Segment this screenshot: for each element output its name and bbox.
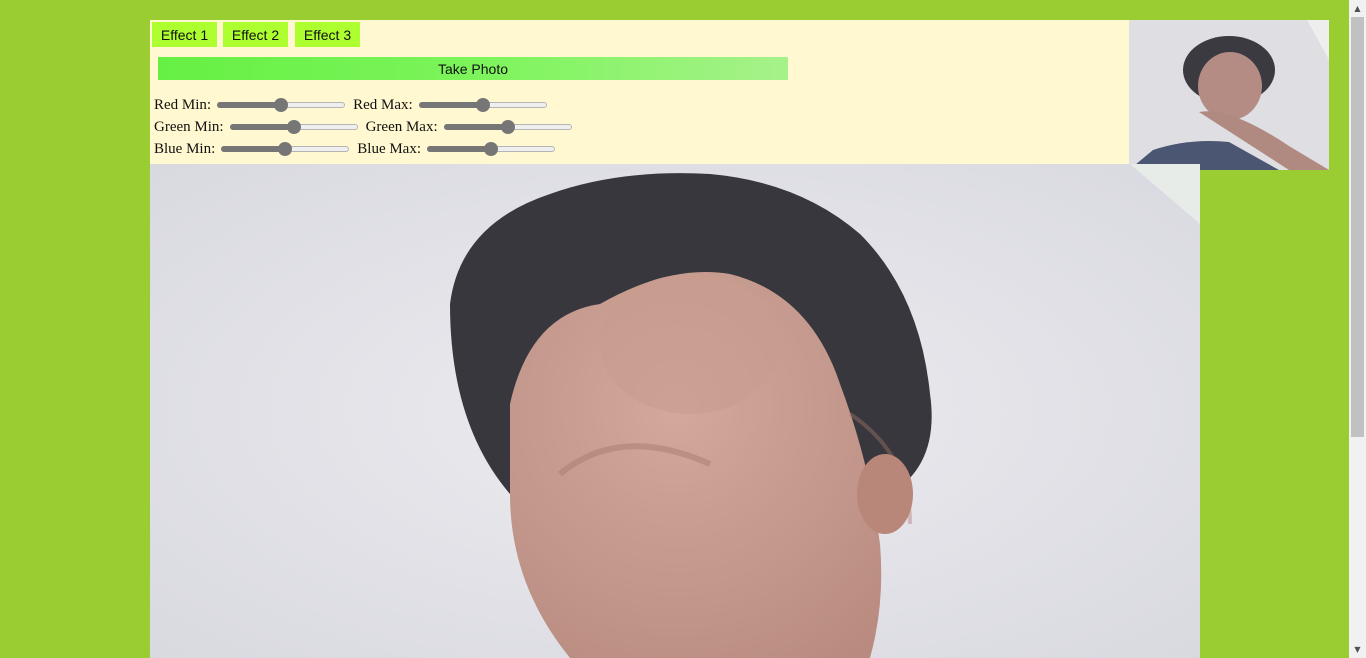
photo-thumbnail-image xyxy=(1129,20,1329,170)
slider-thumb[interactable] xyxy=(274,98,289,112)
blue-min-label: Blue Min: xyxy=(154,140,216,157)
green-min-label: Green Min: xyxy=(154,118,224,135)
page-scrollbar[interactable]: ▲ ▼ xyxy=(1349,0,1366,658)
red-max-label: Red Max: xyxy=(353,96,413,113)
blue-max-label: Blue Max: xyxy=(357,140,422,157)
slider-fill xyxy=(217,102,282,108)
red-min-slider[interactable] xyxy=(217,98,346,112)
slider-thumb[interactable] xyxy=(500,120,515,134)
blue-min-slider[interactable] xyxy=(221,142,350,156)
blue-max-slider[interactable] xyxy=(427,142,556,156)
photo-thumbnail xyxy=(1129,20,1329,170)
green-slider-row: Green Min: Green Max: xyxy=(154,116,580,138)
slider-fill xyxy=(443,124,508,130)
slider-thumb[interactable] xyxy=(475,98,490,112)
green-max-label: Green Max: xyxy=(365,118,438,135)
red-max-slider[interactable] xyxy=(418,98,547,112)
take-photo-button[interactable]: Take Photo xyxy=(158,57,788,80)
slider-thumb[interactable] xyxy=(278,142,293,156)
page: Effect 1 Effect 2 Effect 3 Take Photo Re… xyxy=(0,0,1366,658)
green-min-slider[interactable] xyxy=(229,120,358,134)
red-min-label: Red Min: xyxy=(154,96,212,113)
red-slider-row: Red Min: Red Max: xyxy=(154,94,555,116)
blue-slider-row: Blue Min: Blue Max: xyxy=(154,138,563,160)
controls-panel: Effect 1 Effect 2 Effect 3 Take Photo Re… xyxy=(150,20,1200,164)
slider-thumb[interactable] xyxy=(286,120,301,134)
effect-1-button[interactable]: Effect 1 xyxy=(152,22,217,47)
slider-fill xyxy=(229,124,294,130)
video-feed xyxy=(150,164,1200,658)
effect-3-button[interactable]: Effect 3 xyxy=(295,22,360,47)
video-frame-image xyxy=(150,164,1200,658)
scrollbar-thumb[interactable] xyxy=(1351,17,1364,437)
scroll-up-icon[interactable]: ▲ xyxy=(1349,0,1366,17)
slider-fill xyxy=(418,102,483,108)
scroll-down-icon[interactable]: ▼ xyxy=(1349,641,1366,658)
green-max-slider[interactable] xyxy=(443,120,572,134)
slider-fill xyxy=(427,146,492,152)
slider-fill xyxy=(221,146,286,152)
slider-thumb[interactable] xyxy=(484,142,499,156)
effect-2-button[interactable]: Effect 2 xyxy=(223,22,288,47)
